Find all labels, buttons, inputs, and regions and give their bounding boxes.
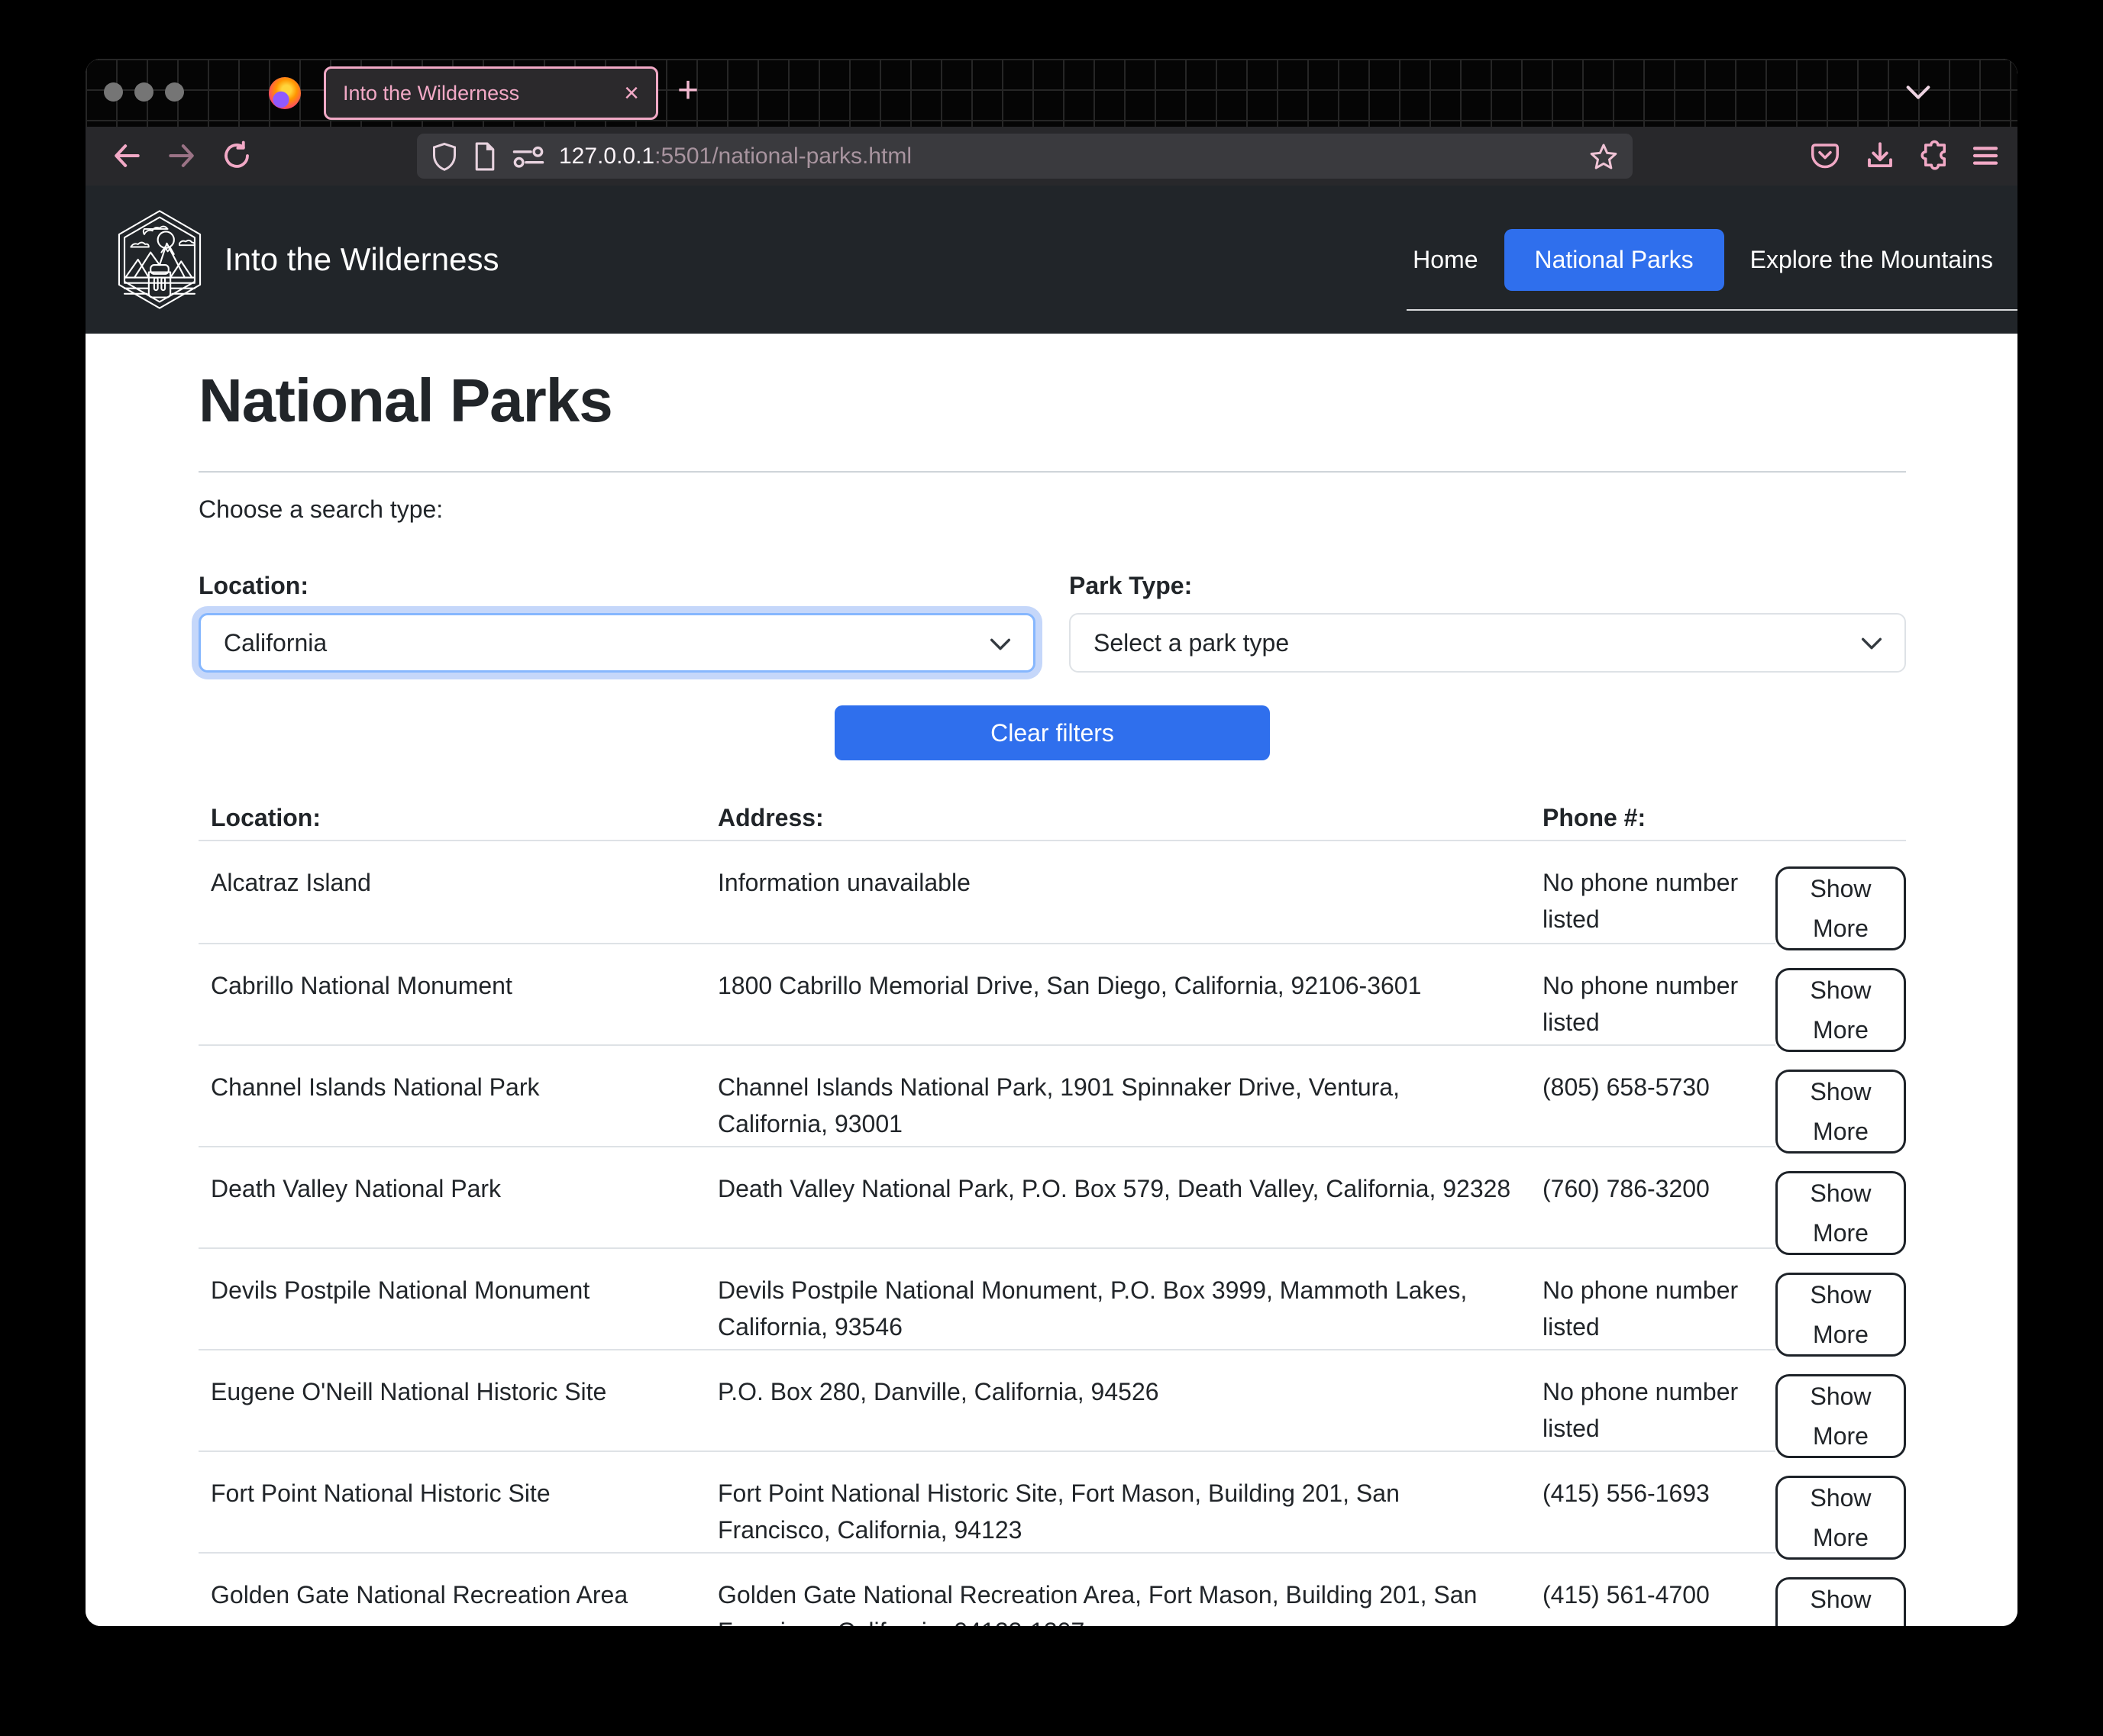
show-more-button[interactable]: Show More	[1775, 866, 1906, 950]
site-navbar: Into the Wilderness Home National Parks …	[86, 186, 2017, 334]
row-address: Golden Gate National Recreation Area, Fo…	[718, 1552, 1543, 1626]
show-more-button[interactable]: Show More	[1775, 968, 1906, 1052]
list-tabs-chevron-icon[interactable]	[1903, 82, 1933, 103]
divider	[199, 471, 1906, 473]
page-content: National Parks Choose a search type: Loc…	[86, 334, 2017, 1626]
parks-table: Location: Address: Phone #: Alcatraz Isl…	[199, 793, 1906, 1626]
header-location: Location:	[199, 793, 718, 841]
wilderness-logo-icon	[115, 209, 205, 310]
row-address: Devils Postpile National Monument, P.O. …	[718, 1247, 1543, 1359]
brand-name[interactable]: Into the Wilderness	[225, 241, 499, 278]
header-phone: Phone #:	[1543, 793, 1775, 841]
chevron-down-icon	[1859, 634, 1885, 653]
refresh-icon[interactable]	[217, 136, 257, 176]
row-phone: No phone number listed	[1543, 1349, 1775, 1460]
show-more-button[interactable]: Show More	[1775, 1476, 1906, 1560]
row-address: Fort Point National Historic Site, Fort …	[718, 1450, 1543, 1562]
table-row: Channel Islands National Park Channel Is…	[199, 1044, 1906, 1146]
extensions-puzzle-icon[interactable]	[1915, 136, 1955, 176]
download-icon[interactable]	[1860, 136, 1900, 176]
brand[interactable]: Into the Wilderness	[115, 209, 499, 310]
table-row: Devils Postpile National Monument Devils…	[199, 1247, 1906, 1349]
table-row: Cabrillo National Monument 1800 Cabrillo…	[199, 943, 1906, 1044]
browser-tab[interactable]: Into the Wilderness ×	[324, 66, 658, 120]
row-phone: No phone number listed	[1543, 1247, 1775, 1359]
nav-underline	[1407, 309, 2017, 311]
table-row: Death Valley National Park Death Valley …	[199, 1146, 1906, 1247]
show-more-button[interactable]: Show More	[1775, 1273, 1906, 1357]
row-location: Death Valley National Park	[199, 1146, 718, 1257]
park-type-select[interactable]: Select a park type	[1069, 613, 1906, 673]
row-location: Eugene O'Neill National Historic Site	[199, 1349, 718, 1460]
row-location: Cabrillo National Monument	[199, 943, 718, 1054]
forward-icon[interactable]	[162, 136, 202, 176]
table-row: Fort Point National Historic Site Fort P…	[199, 1450, 1906, 1552]
park-type-label: Park Type:	[1069, 567, 1906, 604]
url-text[interactable]: 127.0.0.1:5501/national-parks.html	[559, 144, 1575, 169]
row-phone: (805) 658-5730	[1543, 1044, 1775, 1156]
row-phone: No phone number listed	[1543, 841, 1775, 953]
table-row: Golden Gate National Recreation Area Gol…	[199, 1552, 1906, 1626]
page-icon[interactable]	[472, 141, 498, 172]
pocket-icon[interactable]	[1805, 136, 1845, 176]
new-tab-button[interactable]: +	[677, 73, 699, 109]
window-zoom-button[interactable]	[165, 82, 184, 102]
nav-link-explore-mountains[interactable]: Explore the Mountains	[1750, 246, 1993, 274]
table-header-row: Location: Address: Phone #:	[199, 793, 1906, 841]
bookmark-star-icon[interactable]	[1588, 141, 1619, 172]
window-minimize-button[interactable]	[134, 82, 153, 102]
table-row: Alcatraz Island Information unavailable …	[199, 841, 1906, 943]
row-address: P.O. Box 280, Danville, California, 9452…	[718, 1349, 1543, 1460]
firefox-icon	[269, 77, 301, 109]
row-phone: (760) 786-3200	[1543, 1146, 1775, 1257]
row-phone: (415) 556-1693	[1543, 1450, 1775, 1562]
park-type-select-value: Select a park type	[1093, 629, 1289, 657]
location-label: Location:	[199, 567, 1035, 604]
search-type-subtitle: Choose a search type:	[199, 491, 1906, 528]
show-more-button[interactable]: Show More	[1775, 1070, 1906, 1154]
row-location: Fort Point National Historic Site	[199, 1450, 718, 1562]
show-more-button[interactable]: Show More	[1775, 1577, 1906, 1626]
shield-icon[interactable]	[431, 141, 458, 172]
row-location: Devils Postpile National Monument	[199, 1247, 718, 1359]
table-row: Eugene O'Neill National Historic Site P.…	[199, 1349, 1906, 1450]
tab-title: Into the Wilderness	[343, 82, 624, 105]
browser-titlebar: Into the Wilderness × +	[86, 59, 2017, 127]
row-address: Channel Islands National Park, 1901 Spin…	[718, 1044, 1543, 1156]
back-icon[interactable]	[107, 136, 147, 176]
browser-toolbar: 127.0.0.1:5501/national-parks.html	[86, 127, 2017, 186]
url-path: :5501/national-parks.html	[654, 144, 912, 169]
location-select-value: California	[224, 629, 327, 657]
permissions-toggle-icon[interactable]	[512, 144, 545, 169]
row-address: Information unavailable	[718, 841, 1543, 953]
header-address: Address:	[718, 793, 1543, 841]
show-more-button[interactable]: Show More	[1775, 1171, 1906, 1255]
window-close-button[interactable]	[104, 82, 123, 102]
nav-link-home[interactable]: Home	[1413, 246, 1478, 274]
row-location: Alcatraz Island	[199, 841, 718, 953]
row-address: 1800 Cabrillo Memorial Drive, San Diego,…	[718, 943, 1543, 1054]
clear-filters-button[interactable]: Clear filters	[835, 705, 1270, 760]
row-phone: (415) 561-4700	[1543, 1552, 1775, 1626]
show-more-button[interactable]: Show More	[1775, 1374, 1906, 1458]
url-bar[interactable]: 127.0.0.1:5501/national-parks.html	[417, 134, 1633, 179]
row-location: Golden Gate National Recreation Area	[199, 1552, 718, 1626]
parks-table-body: Alcatraz Island Information unavailable …	[199, 841, 1906, 1626]
row-address: Death Valley National Park, P.O. Box 579…	[718, 1146, 1543, 1257]
nav-links: Home National Parks Explore the Mountain…	[1413, 229, 1993, 291]
nav-link-national-parks-active[interactable]: National Parks	[1504, 229, 1724, 291]
menu-icon[interactable]	[1966, 136, 2005, 176]
url-host: 127.0.0.1	[559, 144, 654, 169]
row-phone: No phone number listed	[1543, 943, 1775, 1054]
chevron-down-icon	[987, 635, 1013, 653]
row-location: Channel Islands National Park	[199, 1044, 718, 1156]
location-select[interactable]: California	[199, 613, 1035, 673]
browser-window: Into the Wilderness × + 12	[86, 59, 2017, 1626]
tab-close-icon[interactable]: ×	[624, 80, 639, 106]
page-title: National Parks	[199, 364, 1906, 437]
